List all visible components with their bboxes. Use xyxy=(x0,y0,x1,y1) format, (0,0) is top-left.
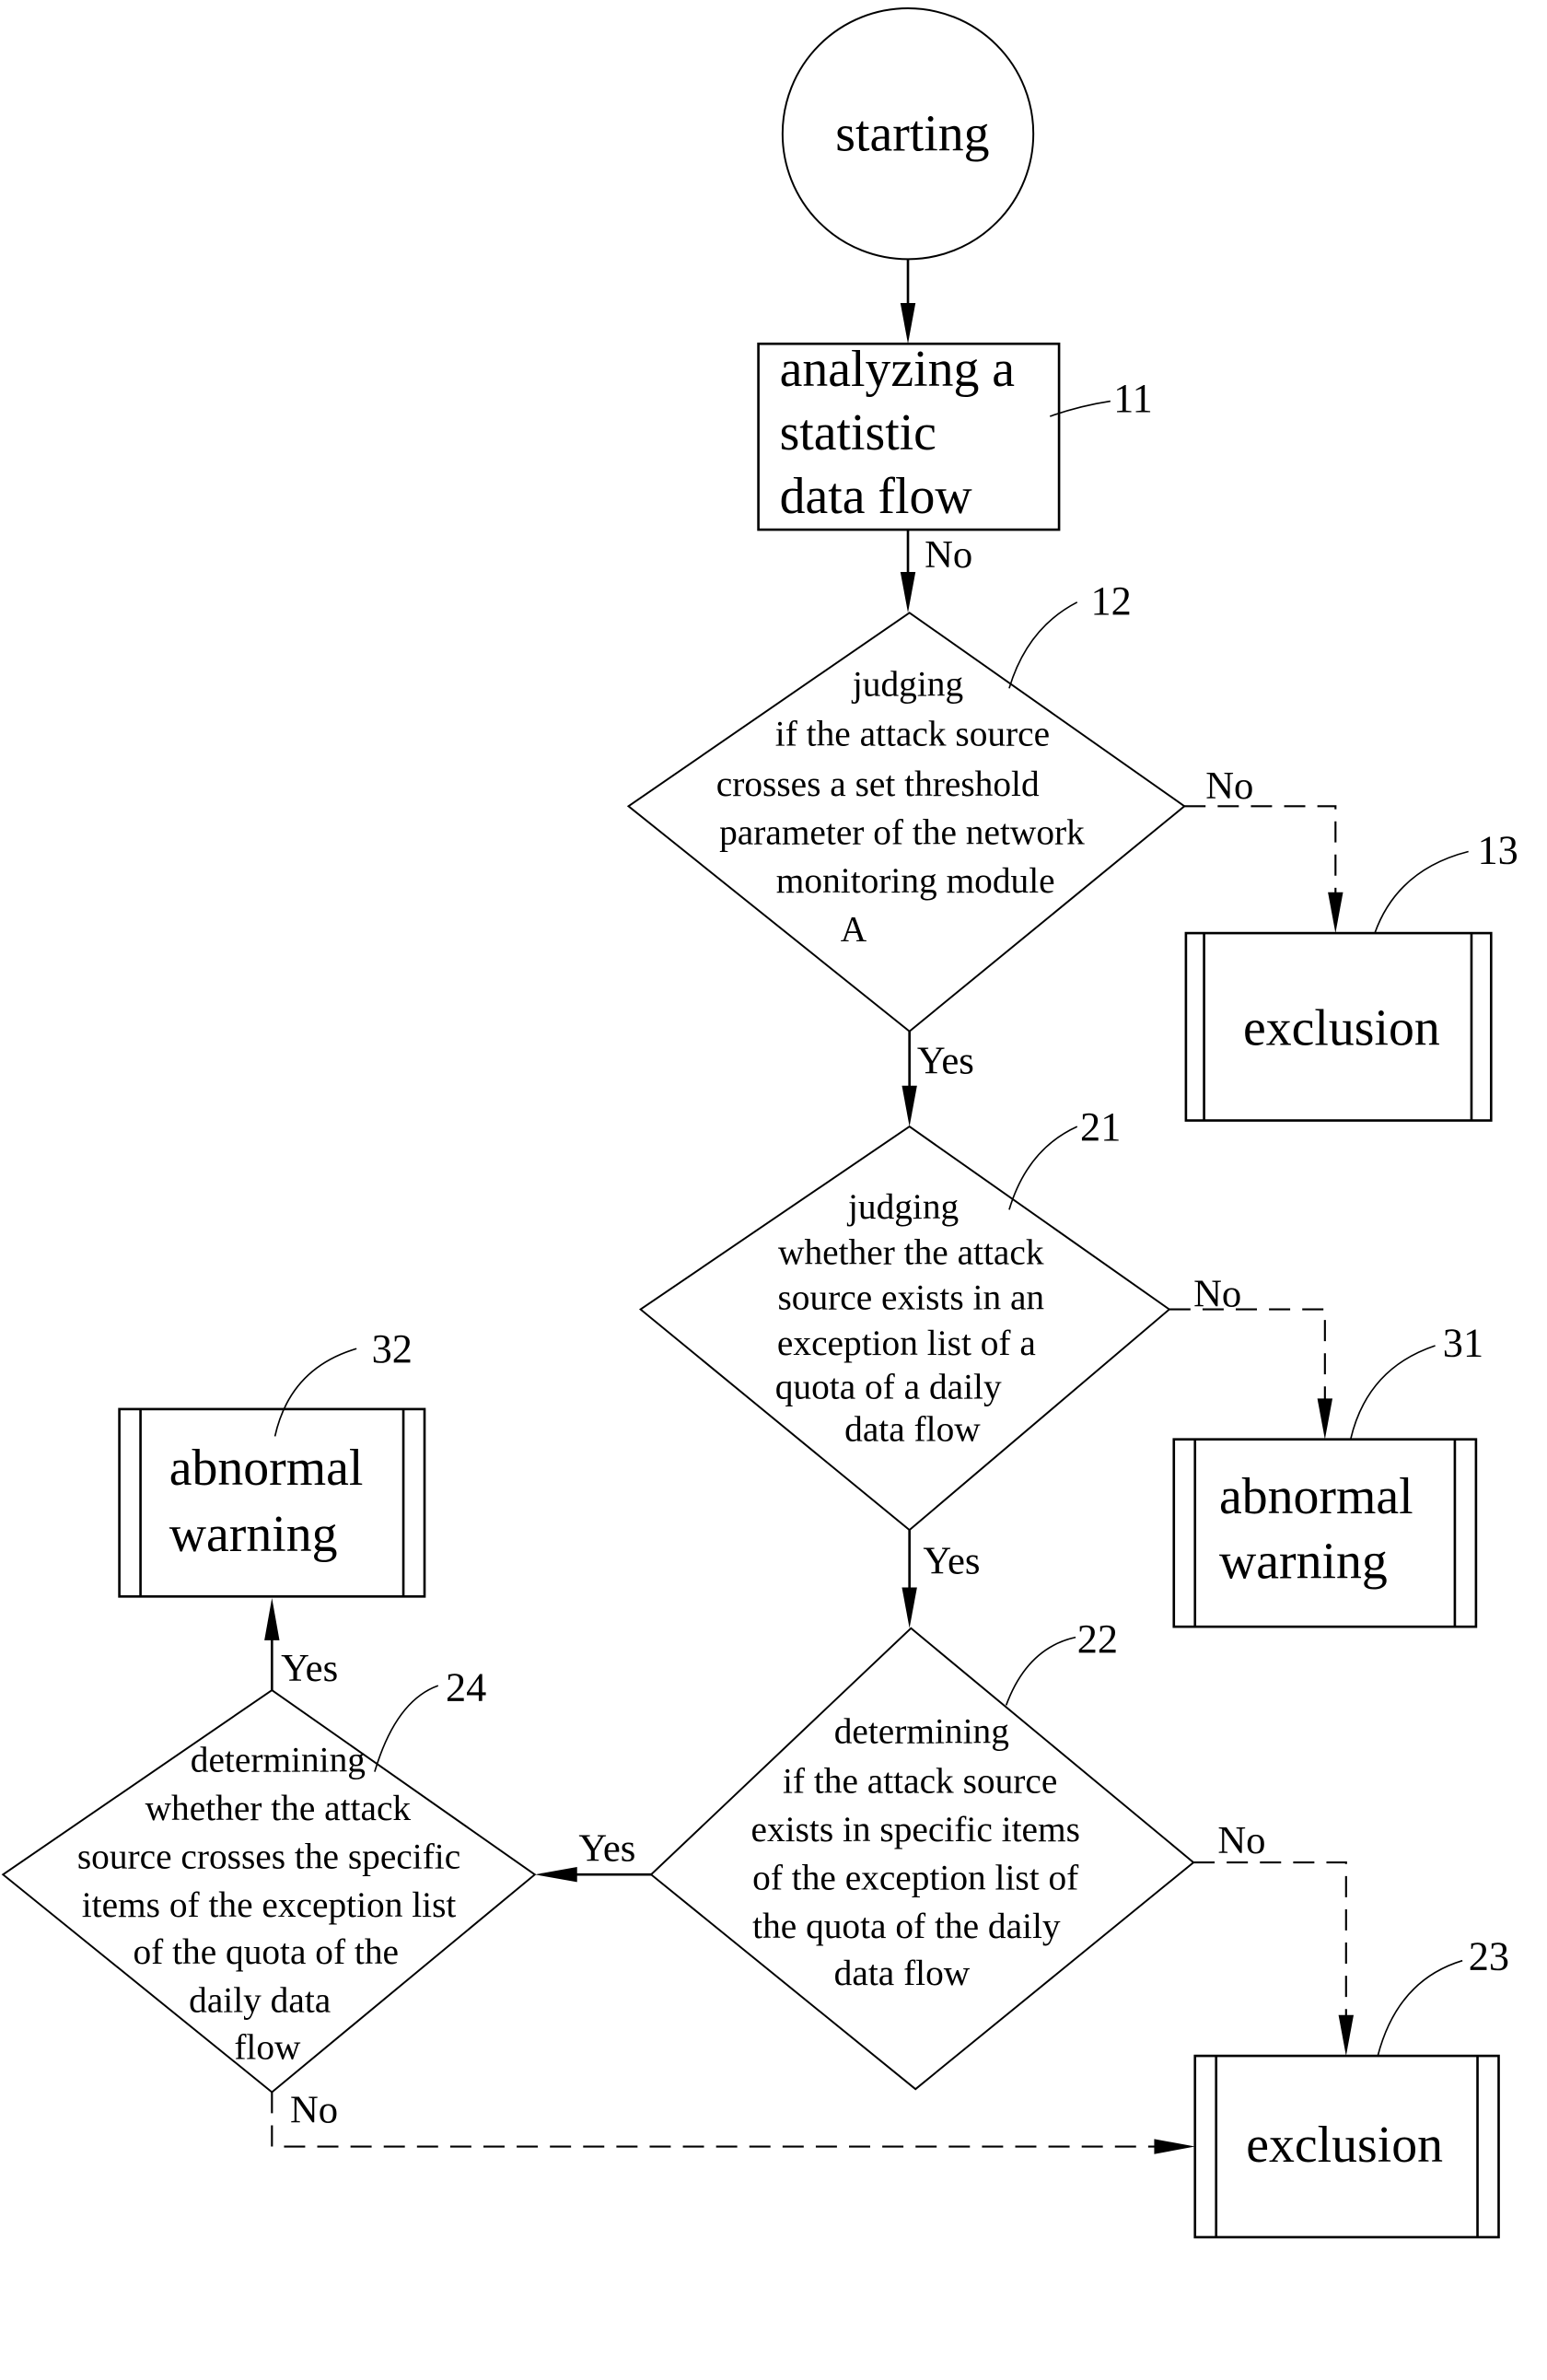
node-21-line-4: exception list of a xyxy=(777,1323,1036,1363)
node-21-line-6: data flow xyxy=(844,1408,981,1449)
leader-line-13 xyxy=(1374,850,1469,934)
leader-line-21 xyxy=(1008,1126,1078,1210)
edge-12-13 xyxy=(1184,805,1337,926)
node-22-line-2: if the attack source xyxy=(783,1761,1057,1802)
node-24-line-3: source crosses the specific xyxy=(77,1837,460,1877)
node-12-line-1: judging xyxy=(851,664,963,705)
edge-12-21-label: Yes xyxy=(917,1040,974,1083)
predefined-process-23: exclusion xyxy=(1193,2054,1500,2239)
ref-11: 11 xyxy=(1113,376,1153,421)
decision-node-24: determining whether the attack source cr… xyxy=(1,1688,537,2094)
edge-22-23-label: No xyxy=(1217,1819,1265,1862)
node-24-line-2: whether the attack xyxy=(145,1788,412,1828)
arrow-head xyxy=(534,1867,577,1883)
node-22-line-4: of the exception list of xyxy=(752,1858,1079,1898)
leader-line-22 xyxy=(1005,1636,1076,1706)
node-13-label: exclusion xyxy=(1243,1000,1440,1057)
node-12-line-6: A xyxy=(841,908,867,949)
node-12-line-3: crosses a set threshold xyxy=(716,764,1040,804)
leader-line-12 xyxy=(1008,601,1078,689)
decision-node-22: determining if the attack source exists … xyxy=(649,1627,1195,2091)
node-22-line-5: the quota of the daily xyxy=(752,1906,1061,1946)
ref-32: 32 xyxy=(372,1326,413,1371)
ref-23: 23 xyxy=(1469,1934,1509,1979)
decision-node-21: judging whether the attack source exists… xyxy=(638,1125,1171,1532)
ref-12: 12 xyxy=(1091,578,1132,624)
node-12-line-4: parameter of the network xyxy=(719,811,1085,852)
decision-node-12: judging if the attack source crosses a s… xyxy=(626,612,1186,1033)
node-32-line-2: warning xyxy=(169,1506,338,1563)
node-24-line-4: items of the exception list xyxy=(82,1884,457,1925)
arrow-head xyxy=(264,1597,280,1640)
node-24-line-5: of the quota of the xyxy=(133,1931,399,1972)
edge-21-31 xyxy=(1169,1308,1326,1432)
start-label: starting xyxy=(835,105,989,162)
process-node-11: analyzing a statistic data flow xyxy=(757,341,1061,531)
edge-21-22-label: Yes xyxy=(923,1540,980,1583)
ref-22: 22 xyxy=(1077,1616,1118,1662)
node-24-line-1: determining xyxy=(191,1740,366,1780)
arrow-head xyxy=(900,571,916,613)
leader-line-23 xyxy=(1377,1959,1463,2057)
leader-line-31 xyxy=(1349,1345,1436,1440)
node-11-line-3: data flow xyxy=(780,468,973,525)
arrow-head xyxy=(901,1587,917,1628)
node-21-line-5: quota of a daily xyxy=(775,1366,1002,1406)
ref-13: 13 xyxy=(1478,828,1518,873)
node-24-line-7: flow xyxy=(234,2026,301,2067)
leader-line-24 xyxy=(374,1685,439,1772)
arrow-head xyxy=(1154,2139,1195,2154)
edge-22-24-label: Yes xyxy=(578,1826,635,1870)
node-11-line-1: analyzing a xyxy=(780,341,1015,398)
node-11-line-2: statistic xyxy=(780,404,936,461)
arrow-head xyxy=(1317,1398,1333,1440)
arrow-head xyxy=(900,302,916,344)
node-32-line-1: abnormal xyxy=(169,1440,364,1497)
predefined-process-31: abnormal warning xyxy=(1172,1438,1478,1628)
node-21-line-2: whether the attack xyxy=(778,1231,1044,1272)
ref-21: 21 xyxy=(1080,1104,1121,1149)
edge-12-13-label: No xyxy=(1205,764,1253,808)
arrow-head xyxy=(1338,2014,1354,2057)
arrow-head xyxy=(1328,892,1343,934)
edge-24-23 xyxy=(271,2092,1188,2148)
predefined-process-32: abnormal warning xyxy=(118,1407,426,1598)
edge-22-23 xyxy=(1193,1861,1347,2048)
node-31-line-2: warning xyxy=(1219,1534,1388,1591)
node-31-line-1: abnormal xyxy=(1219,1468,1413,1525)
ref-24: 24 xyxy=(446,1665,486,1710)
node-22-line-1: determining xyxy=(834,1710,1009,1751)
node-24-line-6: daily data xyxy=(189,1980,331,2021)
predefined-process-13: exclusion xyxy=(1184,931,1493,1122)
edge-21-31-label: No xyxy=(1193,1272,1241,1315)
arrow-head xyxy=(901,1085,917,1127)
edge-24-32-label: Yes xyxy=(281,1647,338,1690)
node-22-line-3: exists in specific items xyxy=(750,1809,1079,1849)
node-12-line-2: if the attack source xyxy=(775,714,1050,754)
node-12-line-5: monitoring module xyxy=(776,860,1055,901)
node-21-line-1: judging xyxy=(846,1186,959,1227)
ref-31: 31 xyxy=(1443,1320,1483,1365)
edge-24-23-label: No xyxy=(290,2088,338,2131)
start-node: starting xyxy=(781,7,1035,261)
flowchart: starting analyzing a statistic data flow… xyxy=(1,7,1518,2239)
node-23-label: exclusion xyxy=(1246,2117,1443,2174)
edge-11-12-label: No xyxy=(925,533,972,577)
node-21-line-3: source exists in an xyxy=(777,1278,1044,1318)
node-22-line-6: data flow xyxy=(834,1953,971,1993)
